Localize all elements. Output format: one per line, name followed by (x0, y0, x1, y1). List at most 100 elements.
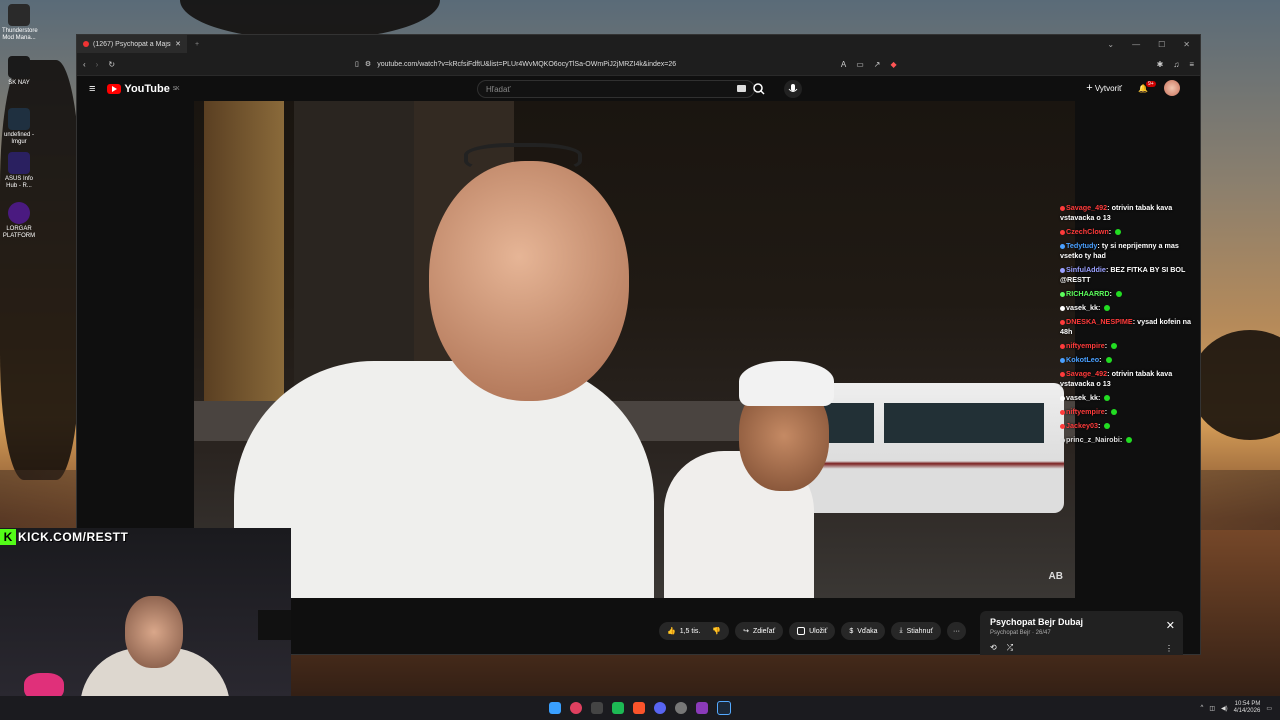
maps-icon[interactable] (570, 702, 582, 714)
user-badge-icon (1060, 229, 1065, 235)
channel-watermark[interactable]: AB (1049, 571, 1063, 582)
bookmark-icon[interactable]: ▯ (355, 60, 359, 68)
youtube-logo[interactable]: YouTube SK (107, 83, 180, 95)
minimize-button[interactable]: — (1132, 40, 1140, 49)
avatar[interactable] (1164, 80, 1180, 96)
chevron-up-icon[interactable]: ^ (1201, 705, 1204, 711)
video-player[interactable]: AB (194, 101, 1075, 598)
notification-center-icon[interactable]: ▭ (1266, 705, 1272, 712)
spotify-icon[interactable] (612, 702, 624, 714)
more-actions-button[interactable]: ··· (946, 622, 966, 640)
browser-tab[interactable]: (1267) Psychopat a Majsner - ✕ (77, 35, 187, 53)
brave-icon[interactable] (633, 702, 645, 714)
lorgar-icon (8, 202, 30, 224)
site-info-icon[interactable]: ⚙ (365, 60, 371, 68)
chat-message: vasek_kk: (1060, 393, 1200, 403)
desktop-icon-asus[interactable]: ASUS Info Hub - R... (2, 152, 36, 190)
chat-username[interactable]: princ_z_Nairobi (1066, 435, 1120, 444)
microphone-icon (788, 84, 798, 92)
desktop-icon-thunderstore[interactable]: Thunderstore Mod Mana... (2, 4, 38, 42)
close-playlist-button[interactable]: ✕ (1166, 619, 1175, 632)
desktop-icon-imgur[interactable]: undefined - Imgur (2, 108, 36, 146)
translate-icon[interactable]: A (841, 60, 846, 69)
chat-message: SinfulAddie: BEZ FITKA BY SI BOL @RESTT (1060, 265, 1186, 284)
keyboard-icon[interactable] (737, 85, 746, 92)
settings-icon[interactable] (675, 702, 687, 714)
chat-username[interactable]: niftyempire (1066, 341, 1105, 350)
desktop-icon-sknay[interactable]: SK NAY (2, 56, 36, 87)
discord-icon[interactable] (654, 702, 666, 714)
menu-icon[interactable]: ≡ (1189, 60, 1194, 69)
folder-icon (8, 56, 30, 78)
playlist-more-icon[interactable]: ⋮ (1165, 644, 1173, 653)
playlist-subtitle: Psychopat Bejr · 26/47 (990, 630, 1051, 636)
share-page-icon[interactable]: ↗ (874, 60, 881, 69)
clock[interactable]: 10:54 PM 4/14/2026 (1234, 701, 1261, 715)
url-field[interactable]: ▯ ⚙ youtube.com/watch?v=kRcfsiFdftU&list… (125, 56, 831, 72)
save-button[interactable]: Uložiť (789, 622, 836, 640)
network-icon[interactable]: ◫ (1209, 705, 1215, 712)
desktop-icon-lorgar[interactable]: LORGAR PLATFORM (2, 202, 36, 240)
user-badge-icon (1060, 423, 1065, 429)
hamburger-menu-icon[interactable]: ≡ (89, 83, 95, 95)
brave-shield-icon[interactable]: ◆ (890, 60, 896, 69)
stream-chat: Savage_492: otrivin tabak kava vstavacka… (1060, 203, 1200, 449)
user-badge-icon (1060, 357, 1065, 363)
chat-username[interactable]: niftyempire (1066, 407, 1105, 416)
new-tab-button[interactable]: + (187, 41, 199, 48)
search-input[interactable]: Hľadať (477, 80, 755, 98)
search-button[interactable] (749, 80, 769, 98)
maximize-button[interactable]: ☐ (1158, 40, 1165, 49)
sunglasses (464, 143, 582, 173)
thanks-button[interactable]: $ Vďaka (841, 622, 886, 640)
chat-username[interactable]: RICHAARRD (1066, 289, 1110, 298)
window-controls: ⌄ — ☐ ✕ (1107, 40, 1200, 49)
notifications-button[interactable]: 🔔 9+ (1138, 80, 1156, 93)
shuffle-icon[interactable]: ⤮ (1007, 643, 1013, 653)
loop-icon[interactable]: ⟲ (990, 643, 997, 653)
chat-username[interactable]: Tedytudy (1066, 241, 1097, 250)
forward-icon[interactable]: › (96, 60, 99, 69)
chat-username[interactable]: Jackey03 (1066, 421, 1098, 430)
cast-icon[interactable]: ▭ (856, 60, 864, 69)
thunderstore-icon (8, 4, 30, 26)
chat-username[interactable]: SinfulAddie (1066, 265, 1106, 274)
playlist-title[interactable]: Psychopat Bejr Dubaj (990, 617, 1173, 627)
volume-icon[interactable]: ◀) (1221, 705, 1228, 712)
windows-icon[interactable] (549, 702, 561, 714)
chat-username[interactable]: vasek_kk (1066, 393, 1098, 402)
chat-username[interactable]: vasek_kk (1066, 303, 1098, 312)
save-icon (797, 627, 806, 635)
chat-username[interactable]: DNESKA_NESPIME (1066, 317, 1133, 326)
extensions-icon[interactable]: ✱ (1157, 60, 1164, 69)
chat-username[interactable]: KokotLeo (1066, 355, 1099, 364)
app-icon[interactable] (696, 702, 708, 714)
close-tab-icon[interactable]: ✕ (175, 40, 181, 48)
tab-search-button[interactable]: ⌄ (1107, 40, 1114, 49)
video-actions: 👍 1,5 tis. 👎 ↪ Zdieľať Uložiť $ Vďaka ⤓ … (659, 622, 966, 640)
xbox-icon[interactable] (591, 702, 603, 714)
chat-message: Tedytudy: ty si neprijemny a mas vsetko … (1060, 241, 1179, 260)
create-button[interactable]: + Vytvoriť (1086, 82, 1122, 94)
back-icon[interactable]: ‹ (83, 60, 86, 69)
chat-username[interactable]: Savage_492 (1066, 203, 1107, 212)
like-button[interactable]: 👍 1,5 tis. 👎 (659, 622, 730, 640)
steam-icon[interactable] (717, 701, 731, 715)
chat-message: DNESKA_NESPIME: vysad kofein na 48h (1060, 317, 1192, 336)
address-bar-row: ‹ › ↻ ▯ ⚙ youtube.com/watch?v=kRcfsiFdft… (77, 53, 1200, 76)
building (204, 101, 284, 401)
dislike-button[interactable]: 👎 (712, 627, 721, 635)
download-button[interactable]: ⤓ Stiahnuť (891, 622, 941, 640)
media-icon[interactable]: ♫ (1173, 60, 1179, 69)
playlist-panel[interactable]: Psychopat Bejr Dubaj Psychopat Bejr · 26… (980, 611, 1183, 655)
reload-icon[interactable]: ↻ (108, 60, 115, 69)
chat-username[interactable]: Savage_492 (1066, 369, 1107, 378)
chat-message: niftyempire: (1060, 341, 1200, 351)
close-window-button[interactable]: ✕ (1183, 40, 1190, 49)
share-button[interactable]: ↪ Zdieľať (735, 622, 784, 640)
user-badge-icon (1060, 305, 1065, 311)
url-text[interactable]: youtube.com/watch?v=kRcfsiFdftU&list=PLU… (377, 61, 676, 68)
chat-message: princ_z_Nairobi: (1060, 435, 1200, 445)
chat-username[interactable]: CzechClown (1066, 227, 1109, 236)
voice-search-button[interactable] (784, 80, 802, 98)
